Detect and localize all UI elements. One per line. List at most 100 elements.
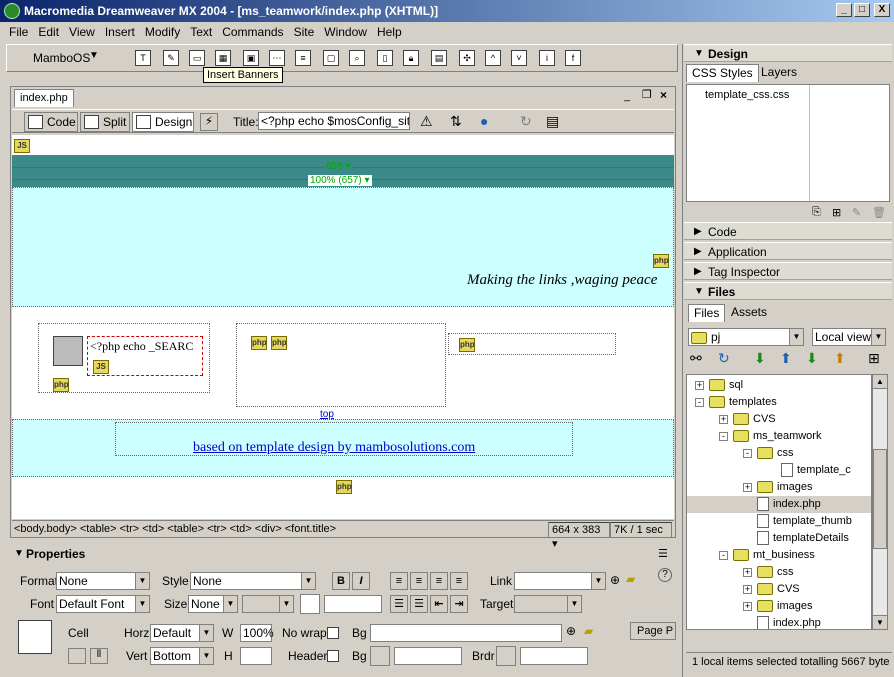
file-tree-row[interactable]: - mt_business <box>687 547 871 564</box>
view-select[interactable]: Local view ▼ <box>812 328 886 346</box>
menu-commands[interactable]: Commands <box>217 25 288 39</box>
style-select[interactable]: None ▼ <box>190 572 316 590</box>
size-unit-select[interactable]: ▼ <box>242 595 294 613</box>
width-input[interactable]: 100% <box>240 624 274 642</box>
file-tree-row[interactable]: - css <box>687 445 871 462</box>
bg-color-swatch[interactable] <box>370 646 390 666</box>
file-tree-row[interactable]: - ms_teamwork <box>687 428 871 445</box>
insert-box-icon[interactable]: ▣ <box>243 50 259 66</box>
browse-folder-icon[interactable]: ▰ <box>626 572 635 586</box>
insert-list-icon[interactable]: ≡ <box>295 50 311 66</box>
refresh-icon[interactable]: ↻ <box>718 350 730 367</box>
bold-button[interactable]: B <box>332 572 350 590</box>
collapse-icon[interactable]: - <box>743 449 752 458</box>
indent-button[interactable]: ⇥ <box>450 595 468 613</box>
unordered-list-button[interactable]: ☰ <box>390 595 408 613</box>
text-color-swatch[interactable] <box>300 594 320 614</box>
check-in-icon[interactable]: ⬆ <box>834 350 846 367</box>
insert-form-icon[interactable]: f <box>565 50 581 66</box>
panel-options-icon[interactable]: ☰ <box>658 545 668 563</box>
file-tree-row[interactable]: index.php <box>687 496 871 513</box>
file-tree-row[interactable]: + CVS <box>687 581 871 598</box>
css-file-item[interactable]: template_css.css <box>705 89 789 101</box>
php-marker-icon[interactable]: JS <box>14 139 30 153</box>
file-tree-row[interactable]: index.php <box>687 615 871 629</box>
justify-button[interactable]: ≡ <box>450 572 468 590</box>
size-select[interactable]: None ▼ <box>188 595 238 613</box>
php-marker-icon[interactable]: php <box>653 254 669 268</box>
menu-window[interactable]: Window <box>319 25 372 39</box>
maximize-button[interactable]: □ <box>854 3 870 17</box>
menu-file[interactable]: File <box>4 25 33 39</box>
menu-view[interactable]: View <box>64 25 100 39</box>
insert-frame-icon[interactable]: ▢ <box>323 50 339 66</box>
file-tree-row[interactable]: + images <box>687 479 871 496</box>
tag-selector-path[interactable]: <body.body> <table> <tr> <td> <table> <t… <box>14 523 336 535</box>
design-view-button[interactable]: Design <box>132 112 194 132</box>
align-left-button[interactable]: ≡ <box>390 572 408 590</box>
expand-icon[interactable]: + <box>743 602 752 611</box>
doc-minimize-button[interactable]: _ <box>624 90 630 102</box>
application-panel-header[interactable]: ▶ Application <box>684 242 892 260</box>
document-tab[interactable]: index.php <box>14 89 74 107</box>
scroll-up-arrow[interactable]: ▲ <box>873 375 887 389</box>
ruler-percent-label[interactable]: 100% (657) ▾ <box>308 175 372 186</box>
insert-banners-icon[interactable]: ▭ <box>189 50 205 66</box>
point-to-file-icon[interactable]: ⊕ <box>566 624 576 638</box>
menu-edit[interactable]: Edit <box>33 25 64 39</box>
border-color-swatch[interactable] <box>496 646 516 666</box>
ruler-width-label[interactable]: 658 ▾ <box>324 161 353 172</box>
horz-select[interactable]: Default ▼ <box>150 624 214 642</box>
insert-dots-icon[interactable]: ⋯ <box>269 50 285 66</box>
scroll-down-arrow[interactable]: ▼ <box>873 615 887 629</box>
css-styles-list[interactable]: template_css.css <box>686 84 890 202</box>
format-select[interactable]: None ▼ <box>56 572 150 590</box>
merge-cells-icon[interactable] <box>68 648 86 664</box>
code-panel-header[interactable]: ▶ Code <box>684 222 892 240</box>
content-cell-2[interactable]: php php <box>236 323 446 407</box>
insert-lock-icon[interactable]: 🔒︎ <box>403 50 419 66</box>
window-size-selector[interactable]: 664 x 383 ▾ <box>548 522 610 550</box>
content-cell-3[interactable]: php <box>448 333 616 355</box>
insert-caret-down-icon[interactable]: ˅ <box>511 50 527 66</box>
expand-icon[interactable]: + <box>743 568 752 577</box>
collapse-icon[interactable]: - <box>695 398 704 407</box>
font-select[interactable]: Default Font ▼ <box>56 595 150 613</box>
tab-assets[interactable]: Assets <box>726 304 772 322</box>
file-tree-row[interactable]: + images <box>687 598 871 615</box>
php-marker-icon[interactable]: php <box>336 480 352 494</box>
delete-style-icon[interactable]: 🗑︎ <box>872 206 886 219</box>
doc-restore-button[interactable]: ❐ <box>642 88 652 101</box>
align-center-button[interactable]: ≡ <box>410 572 428 590</box>
design-canvas[interactable]: JS 658 ▾ 100% (657) ▾ php Making the lin… <box>12 135 674 519</box>
insert-page-icon[interactable]: ▯ <box>377 50 393 66</box>
insert-doc-icon[interactable]: ▤ <box>431 50 447 66</box>
split-cell-icon[interactable]: ⫴ <box>90 648 108 664</box>
insert-category-select[interactable]: MamboOS <box>33 51 90 65</box>
live-data-icon[interactable]: ⚡ <box>200 113 218 131</box>
code-view-button[interactable]: Code <box>24 112 78 132</box>
file-management-icon[interactable]: ⇅ <box>450 113 462 130</box>
collapse-icon[interactable]: - <box>719 551 728 560</box>
properties-header[interactable]: ▼ Properties ☰ <box>12 545 674 563</box>
get-files-icon[interactable]: ⬇ <box>754 350 766 367</box>
tab-files[interactable]: Files <box>688 304 726 322</box>
insert-network-icon[interactable]: ✣ <box>459 50 475 66</box>
menu-modify[interactable]: Modify <box>140 25 185 39</box>
file-tree-row[interactable]: + CVS <box>687 411 871 428</box>
connect-icon[interactable]: ⚯ <box>690 350 702 367</box>
put-files-icon[interactable]: ⬆ <box>780 350 792 367</box>
link-input[interactable]: ▼ <box>514 572 606 590</box>
php-marker-icon[interactable]: php <box>251 336 267 350</box>
tab-layers[interactable]: Layers <box>756 64 802 82</box>
nowrap-checkbox[interactable] <box>327 627 339 639</box>
chevron-down-icon[interactable]: ▼ <box>89 50 99 61</box>
check-browser-icon[interactable]: ⚠ <box>420 113 433 130</box>
file-tree[interactable]: + sql - templates + CVS - ms_teamwork - css templa… <box>686 374 872 630</box>
expand-icon[interactable]: + <box>743 585 752 594</box>
insert-pencil-icon[interactable]: ✎ <box>163 50 179 66</box>
expand-icon[interactable]: + <box>695 381 704 390</box>
collapse-icon[interactable]: - <box>719 432 728 441</box>
bg-image-input[interactable] <box>370 624 562 642</box>
italic-button[interactable]: I <box>352 572 370 590</box>
